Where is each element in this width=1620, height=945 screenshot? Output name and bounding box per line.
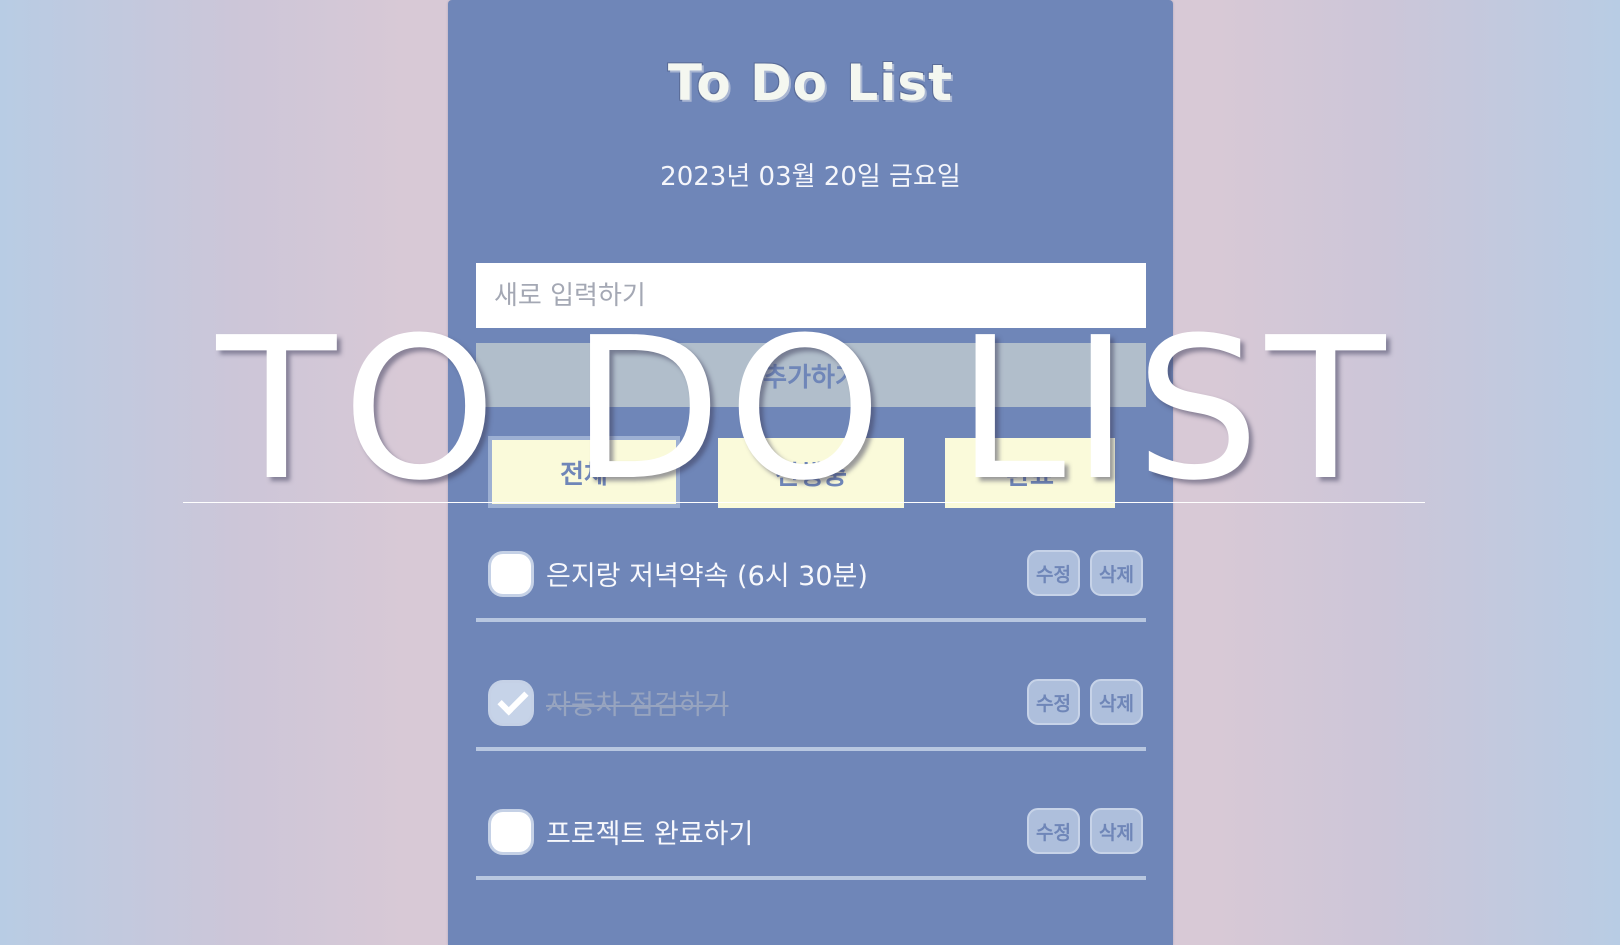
todo-item: 프로젝트 완료하기 수정 삭제 (476, 798, 1146, 880)
edit-button[interactable]: 수정 (1027, 550, 1080, 596)
row-divider (476, 618, 1146, 622)
row-divider (476, 876, 1146, 880)
todo-item: 은지랑 저녁약속 (6시 30분) 수정 삭제 (476, 540, 1146, 622)
todo-checkbox[interactable] (491, 554, 531, 594)
todo-checkbox-checked[interactable] (491, 683, 531, 723)
todo-text: 은지랑 저녁약속 (6시 30분) (546, 561, 868, 592)
delete-button[interactable]: 삭제 (1090, 808, 1143, 854)
delete-button[interactable]: 삭제 (1090, 550, 1143, 596)
delete-button[interactable]: 삭제 (1090, 679, 1143, 725)
row-divider (476, 747, 1146, 751)
edit-button[interactable]: 수정 (1027, 808, 1080, 854)
todo-text: 프로젝트 완료하기 (546, 819, 754, 850)
todo-item: 자동차 점검하기 수정 삭제 (476, 669, 1146, 751)
app-title: To Do List (667, 54, 954, 112)
overlay-title: TO DO LIST (216, 296, 1392, 524)
todo-text: 자동차 점검하기 (546, 690, 729, 721)
checkmark-icon (497, 684, 529, 716)
edit-button[interactable]: 수정 (1027, 679, 1080, 725)
todo-checkbox[interactable] (491, 812, 531, 852)
current-date: 2023년 03월 20일 금요일 (660, 162, 961, 192)
overlay-underline (183, 502, 1425, 503)
